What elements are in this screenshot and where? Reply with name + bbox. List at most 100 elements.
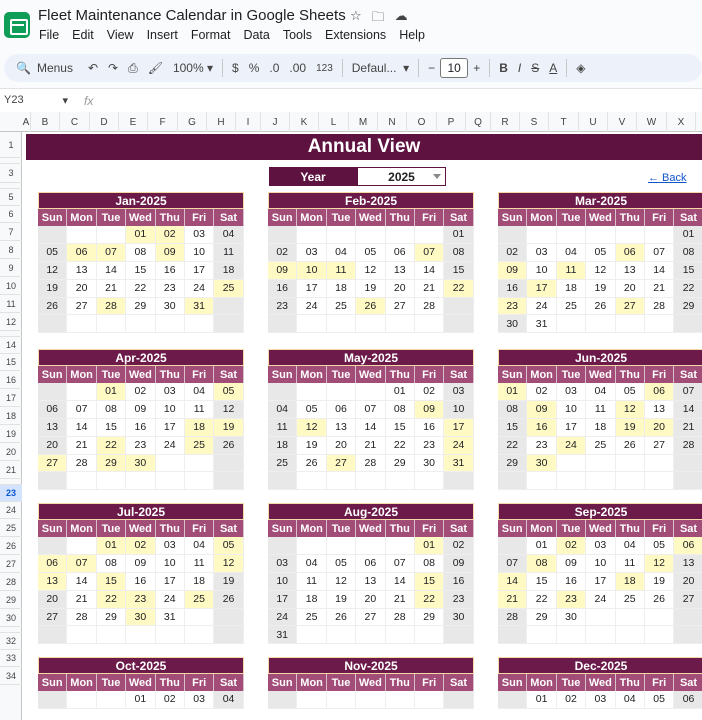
day-cell[interactable]: 01 — [674, 226, 702, 244]
day-cell[interactable]: 30 — [556, 608, 587, 627]
day-cell[interactable] — [414, 626, 445, 645]
day-cell[interactable] — [38, 691, 68, 709]
day-cell[interactable]: 10 — [155, 554, 185, 573]
day-cell[interactable] — [444, 691, 474, 709]
day-cell[interactable]: 06 — [385, 243, 415, 262]
day-cell[interactable]: 10 — [586, 554, 616, 573]
day-cell[interactable] — [155, 315, 185, 334]
day-cell[interactable]: 09 — [556, 554, 587, 573]
day-cell[interactable] — [444, 626, 474, 645]
day-cell[interactable]: 07 — [96, 243, 127, 262]
day-cell[interactable]: 20 — [356, 590, 386, 609]
day-cell[interactable]: 03 — [444, 383, 474, 401]
day-cell[interactable] — [38, 626, 68, 645]
day-cell[interactable]: 26 — [326, 608, 357, 627]
day-cell[interactable] — [674, 472, 702, 491]
day-cell[interactable] — [184, 315, 215, 334]
day-cell[interactable] — [674, 454, 702, 473]
day-cell[interactable]: 06 — [326, 400, 357, 419]
day-cell[interactable] — [38, 226, 68, 244]
day-cell[interactable] — [615, 226, 645, 244]
row-header-28[interactable]: 28 — [0, 573, 22, 591]
day-cell[interactable]: 07 — [67, 554, 97, 573]
row-header-9[interactable]: 9 — [0, 259, 22, 277]
day-cell[interactable] — [385, 472, 415, 491]
day-cell[interactable] — [67, 383, 97, 401]
day-cell[interactable] — [67, 537, 97, 555]
menu-insert[interactable]: Insert — [147, 28, 178, 42]
day-cell[interactable]: 23 — [498, 297, 528, 316]
menu-extensions[interactable]: Extensions — [325, 28, 386, 42]
day-cell[interactable]: 14 — [356, 418, 386, 437]
day-cell[interactable]: 06 — [615, 243, 645, 262]
day-cell[interactable] — [586, 315, 616, 334]
day-cell[interactable] — [615, 472, 645, 491]
day-cell[interactable]: 25 — [184, 590, 215, 609]
day-cell[interactable]: 16 — [444, 572, 474, 591]
day-cell[interactable] — [385, 691, 415, 709]
row-header-24[interactable]: 24 — [0, 502, 22, 519]
folder-move-icon[interactable]: 🗀 — [372, 8, 385, 30]
day-cell[interactable]: 28 — [385, 608, 415, 627]
day-cell[interactable]: 24 — [556, 436, 587, 455]
day-cell[interactable]: 02 — [155, 691, 185, 709]
row-header-3[interactable]: 3 — [0, 164, 22, 183]
day-cell[interactable]: 12 — [214, 400, 244, 419]
day-cell[interactable]: 01 — [414, 537, 445, 555]
day-cell[interactable] — [126, 472, 156, 491]
day-cell[interactable]: 28 — [414, 297, 445, 316]
day-cell[interactable]: 07 — [498, 554, 528, 573]
day-cell[interactable]: 16 — [498, 279, 528, 298]
day-cell[interactable] — [38, 315, 68, 334]
day-cell[interactable]: 16 — [556, 572, 587, 591]
day-cell[interactable]: 07 — [67, 400, 97, 419]
day-cell[interactable]: 28 — [498, 608, 528, 627]
day-cell[interactable]: 08 — [527, 554, 557, 573]
menu-data[interactable]: Data — [243, 28, 269, 42]
day-cell[interactable]: 21 — [414, 279, 445, 298]
day-cell[interactable]: 03 — [155, 537, 185, 555]
day-cell[interactable] — [155, 454, 185, 473]
day-cell[interactable] — [67, 315, 97, 334]
row-header-23[interactable]: 23 — [0, 485, 22, 502]
day-cell[interactable] — [356, 472, 386, 491]
column-header-s[interactable]: S — [520, 112, 549, 132]
day-cell[interactable]: 20 — [38, 590, 68, 609]
day-cell[interactable] — [326, 226, 357, 244]
day-cell[interactable]: 31 — [268, 626, 298, 645]
day-cell[interactable]: 19 — [38, 279, 68, 298]
day-cell[interactable] — [297, 226, 327, 244]
day-cell[interactable]: 07 — [385, 554, 415, 573]
day-cell[interactable] — [214, 454, 244, 473]
day-cell[interactable]: 29 — [414, 608, 445, 627]
day-cell[interactable]: 10 — [556, 400, 587, 419]
day-cell[interactable]: 15 — [126, 261, 156, 280]
day-cell[interactable]: 11 — [586, 400, 616, 419]
number-format-button[interactable]: 123 — [311, 57, 338, 79]
day-cell[interactable]: 27 — [67, 297, 97, 316]
day-cell[interactable] — [155, 472, 185, 491]
day-cell[interactable] — [615, 454, 645, 473]
row-header-5[interactable]: 5 — [0, 189, 22, 206]
day-cell[interactable]: 08 — [498, 400, 528, 419]
day-cell[interactable] — [385, 626, 415, 645]
day-cell[interactable]: 05 — [644, 691, 675, 709]
row-header-29[interactable]: 29 — [0, 591, 22, 609]
bold-button[interactable]: B — [494, 57, 513, 79]
day-cell[interactable]: 25 — [184, 436, 215, 455]
day-cell[interactable]: 10 — [268, 572, 298, 591]
day-cell[interactable]: 27 — [385, 297, 415, 316]
day-cell[interactable]: 13 — [674, 554, 702, 573]
row-header-1[interactable]: 1 — [0, 132, 22, 158]
day-cell[interactable]: 24 — [586, 590, 616, 609]
day-cell[interactable]: 25 — [268, 454, 298, 473]
column-header-a[interactable]: A — [22, 112, 31, 132]
day-cell[interactable]: 17 — [297, 279, 327, 298]
day-cell[interactable] — [38, 383, 68, 401]
row-header-6[interactable]: 6 — [0, 206, 22, 223]
day-cell[interactable]: 18 — [586, 418, 616, 437]
day-cell[interactable] — [38, 537, 68, 555]
day-cell[interactable]: 28 — [96, 297, 127, 316]
day-cell[interactable]: 25 — [615, 590, 645, 609]
day-cell[interactable]: 15 — [385, 418, 415, 437]
